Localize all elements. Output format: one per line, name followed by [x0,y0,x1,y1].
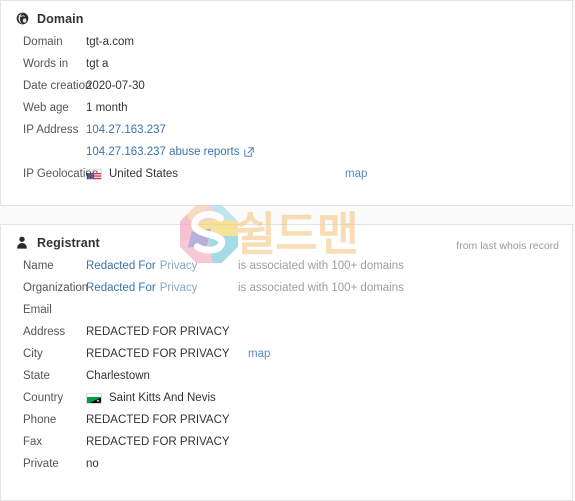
row-value: United States [86,163,261,185]
row-label: Name [23,260,54,272]
domain-value: tgt-a.com [86,36,134,48]
registrant-address-value: REDACTED FOR PRIVACY [86,326,230,338]
external-link-icon [244,147,255,157]
table-row: State Charlestown [1,365,572,387]
table-row: Email [1,299,572,321]
row-label: Email [23,304,52,316]
row-label: Domain [23,36,63,48]
table-row: IP Address 104.27.163.237 [1,119,572,141]
row-value: Charlestown [86,365,238,387]
row-value: 2020-07-30 [86,75,261,97]
row-label: IP Address [23,124,79,136]
registrant-name-association-note: is associated with 100+ domains [238,260,404,272]
registrant-org-link[interactable]: Redacted For [86,277,156,299]
table-row: Name Redacted For Privacy is associated … [1,255,572,277]
ip-geolocation-value: United States [109,168,179,180]
row-value: tgt-a.com [86,31,261,53]
map-slot: map [248,343,270,365]
registrant-name-privacy-link[interactable]: Privacy [160,255,198,277]
row-value: no [86,453,238,475]
flag-icon-kn [86,392,102,404]
table-row: Address REDACTED FOR PRIVACY [1,321,572,343]
whois-record-note: from last whois record [456,240,559,252]
ip-address-link[interactable]: 104.27.163.237 [86,119,166,141]
row-label: Private [23,458,59,470]
domain-panel-header: Domain [1,1,572,26]
row-value: Redacted For Privacy [86,277,238,299]
row-label: City [23,348,43,360]
table-row: Domain tgt-a.com [1,31,572,53]
row-value: REDACTED FOR PRIVACY [86,343,238,365]
registrant-panel: Registrant from last whois record Name R… [0,224,573,501]
table-row: Country Saint Kitts And Nevis [1,387,572,409]
domain-panel-title: Domain [37,11,84,26]
row-value: tgt a [86,53,261,75]
table-row: Date creation 2020-07-30 [1,75,572,97]
whois-report-page: Domain Domain tgt-a.com Words in tgt a D… [0,0,575,501]
row-label: Web age [23,102,69,114]
row-value: REDACTED FOR PRIVACY [86,431,238,453]
table-row: City REDACTED FOR PRIVACY map [1,343,572,365]
row-value: 104.27.163.237 [86,119,261,141]
table-row: Private no [1,453,572,475]
row-label: Organization [23,282,89,294]
map-slot: map [345,163,367,185]
table-row: 104.27.163.237 abuse reports [1,141,572,163]
row-label: Date creation [23,80,92,92]
registrant-fax-value: REDACTED FOR PRIVACY [86,436,230,448]
words-in-value: tgt a [86,58,109,70]
date-creation-value: 2020-07-30 [86,80,145,92]
domain-panel: Domain Domain tgt-a.com Words in tgt a D… [0,0,573,206]
row-label: Country [23,392,64,404]
row-value: REDACTED FOR PRIVACY [86,409,238,431]
registrant-panel-title: Registrant [37,235,100,250]
table-row: Phone REDACTED FOR PRIVACY [1,409,572,431]
web-age-value: 1 month [86,102,128,114]
table-row: IP Geolocation United States map [1,163,572,185]
flag-icon-us [86,168,102,180]
registrant-private-value: no [86,458,99,470]
registrant-country-value: Saint Kitts And Nevis [109,392,216,404]
row-label: Address [23,326,66,338]
domain-rows: Domain tgt-a.com Words in tgt a Date cre… [1,23,572,185]
registrant-org-association-note: is associated with 100+ domains [238,282,404,294]
table-row: Web age 1 month [1,97,572,119]
map-link-city[interactable]: map [248,348,270,360]
table-row: Organization Redacted For Privacy is ass… [1,277,572,299]
row-value: Saint Kitts And Nevis [86,387,238,409]
row-label: Fax [23,436,43,448]
ip-abuse-reports-link[interactable]: 104.27.163.237 abuse reports [86,141,239,163]
registrant-name-link[interactable]: Redacted For [86,255,156,277]
globe-icon [16,12,29,25]
registrant-phone-value: REDACTED FOR PRIVACY [86,414,230,426]
row-value: 1 month [86,97,261,119]
registrant-city-value: REDACTED FOR PRIVACY [86,348,230,360]
registrant-panel-header: Registrant from last whois record [1,225,572,252]
row-label: Phone [23,414,57,426]
row-value: 104.27.163.237 abuse reports [86,141,261,163]
registrant-org-privacy-link[interactable]: Privacy [160,277,198,299]
registrant-rows: Name Redacted For Privacy is associated … [1,247,572,475]
map-link-geolocation[interactable]: map [345,168,367,180]
table-row: Words in tgt a [1,53,572,75]
row-value: Redacted For Privacy [86,255,238,277]
row-label: Words in [23,58,69,70]
user-icon [16,236,29,249]
table-row: Fax REDACTED FOR PRIVACY [1,431,572,453]
row-label: IP Geolocation [23,168,99,180]
row-value: REDACTED FOR PRIVACY [86,321,238,343]
row-label: State [23,370,50,382]
registrant-state-value: Charlestown [86,370,150,382]
